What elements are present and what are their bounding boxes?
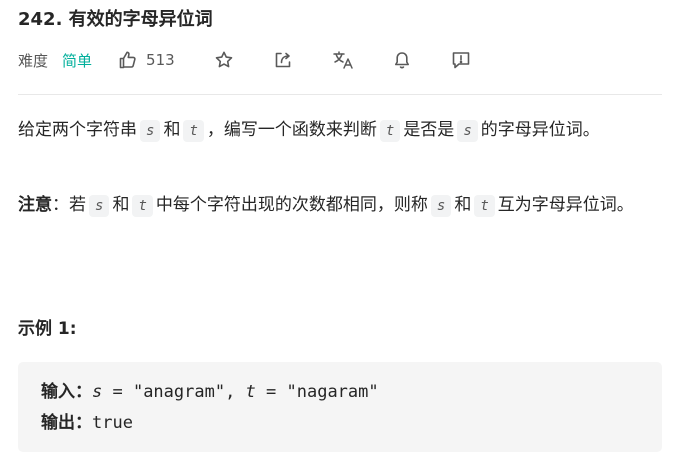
translate-icon xyxy=(332,51,353,69)
like-count: 513 xyxy=(146,51,175,69)
problem-title: 242. 有效的字母异位词 xyxy=(18,9,213,30)
note-text: 中每个字符出现的次数都相同，则称 xyxy=(155,195,428,215)
problem-meta-bar: 难度 简单 513 xyxy=(18,47,662,73)
inline-code-t: t xyxy=(474,195,495,217)
inline-code-t: t xyxy=(132,195,153,217)
note-label: 注意 xyxy=(18,195,52,215)
note-text: ：若 xyxy=(52,195,86,215)
note-text: 互为字母异位词。 xyxy=(497,195,634,215)
bell-icon xyxy=(394,52,409,69)
star-icon xyxy=(215,51,232,68)
example-block: 输入：s = "anagram", t = "nagaram" 输出：true xyxy=(18,362,662,452)
feedback-button[interactable] xyxy=(450,49,472,71)
share-icon xyxy=(275,52,290,68)
favorite-button[interactable] xyxy=(213,49,235,71)
input-label: 输入： xyxy=(41,382,92,402)
inline-code-t: t xyxy=(183,120,204,142)
difficulty-label: 难度 xyxy=(18,51,49,70)
note-text: 和 xyxy=(112,195,130,215)
translate-button[interactable] xyxy=(332,49,354,71)
like-button[interactable]: 513 xyxy=(118,50,175,70)
input-value-t: = "nagaram" xyxy=(255,382,379,402)
difficulty-badge: 简单 xyxy=(62,51,93,70)
input-var-t: t xyxy=(245,382,256,402)
output-label: 输出： xyxy=(41,413,92,433)
desc-text: 和 xyxy=(163,120,181,140)
problem-description: 给定两个字符串 s 和 t ，编写一个函数来判断 t 是否是 s 的字母异位词。 xyxy=(18,115,646,146)
problem-note: 注意：若 s 和 t 中每个字符出现的次数都相同，则称 s 和 t 互为字母异位词。 xyxy=(18,190,646,221)
example-input-line: 输入：s = "anagram", t = "nagaram" xyxy=(41,379,379,405)
thumbs-up-icon xyxy=(119,51,136,69)
example-title: 示例 1: xyxy=(18,319,77,339)
feedback-icon xyxy=(452,52,469,69)
output-value: true xyxy=(92,413,133,433)
inline-code-s: s xyxy=(430,195,452,217)
inline-code-s: s xyxy=(140,120,161,142)
input-var-s: s xyxy=(92,382,103,402)
inline-code-s: s xyxy=(457,120,478,142)
share-button[interactable] xyxy=(272,49,294,71)
header-divider xyxy=(18,94,662,95)
desc-text: 的字母异位词。 xyxy=(480,120,600,140)
desc-text: 给定两个字符串 xyxy=(18,120,137,140)
example-output-line: 输出：true xyxy=(41,410,133,436)
inline-code-s: s xyxy=(89,195,110,217)
note-text: 和 xyxy=(454,195,472,215)
subscribe-button[interactable] xyxy=(391,49,413,71)
desc-text: ，编写一个函数来判断 xyxy=(206,120,377,140)
inline-code-t: t xyxy=(379,120,401,142)
desc-text: 是否是 xyxy=(403,120,455,140)
input-value-s: = "anagram", xyxy=(102,382,246,402)
